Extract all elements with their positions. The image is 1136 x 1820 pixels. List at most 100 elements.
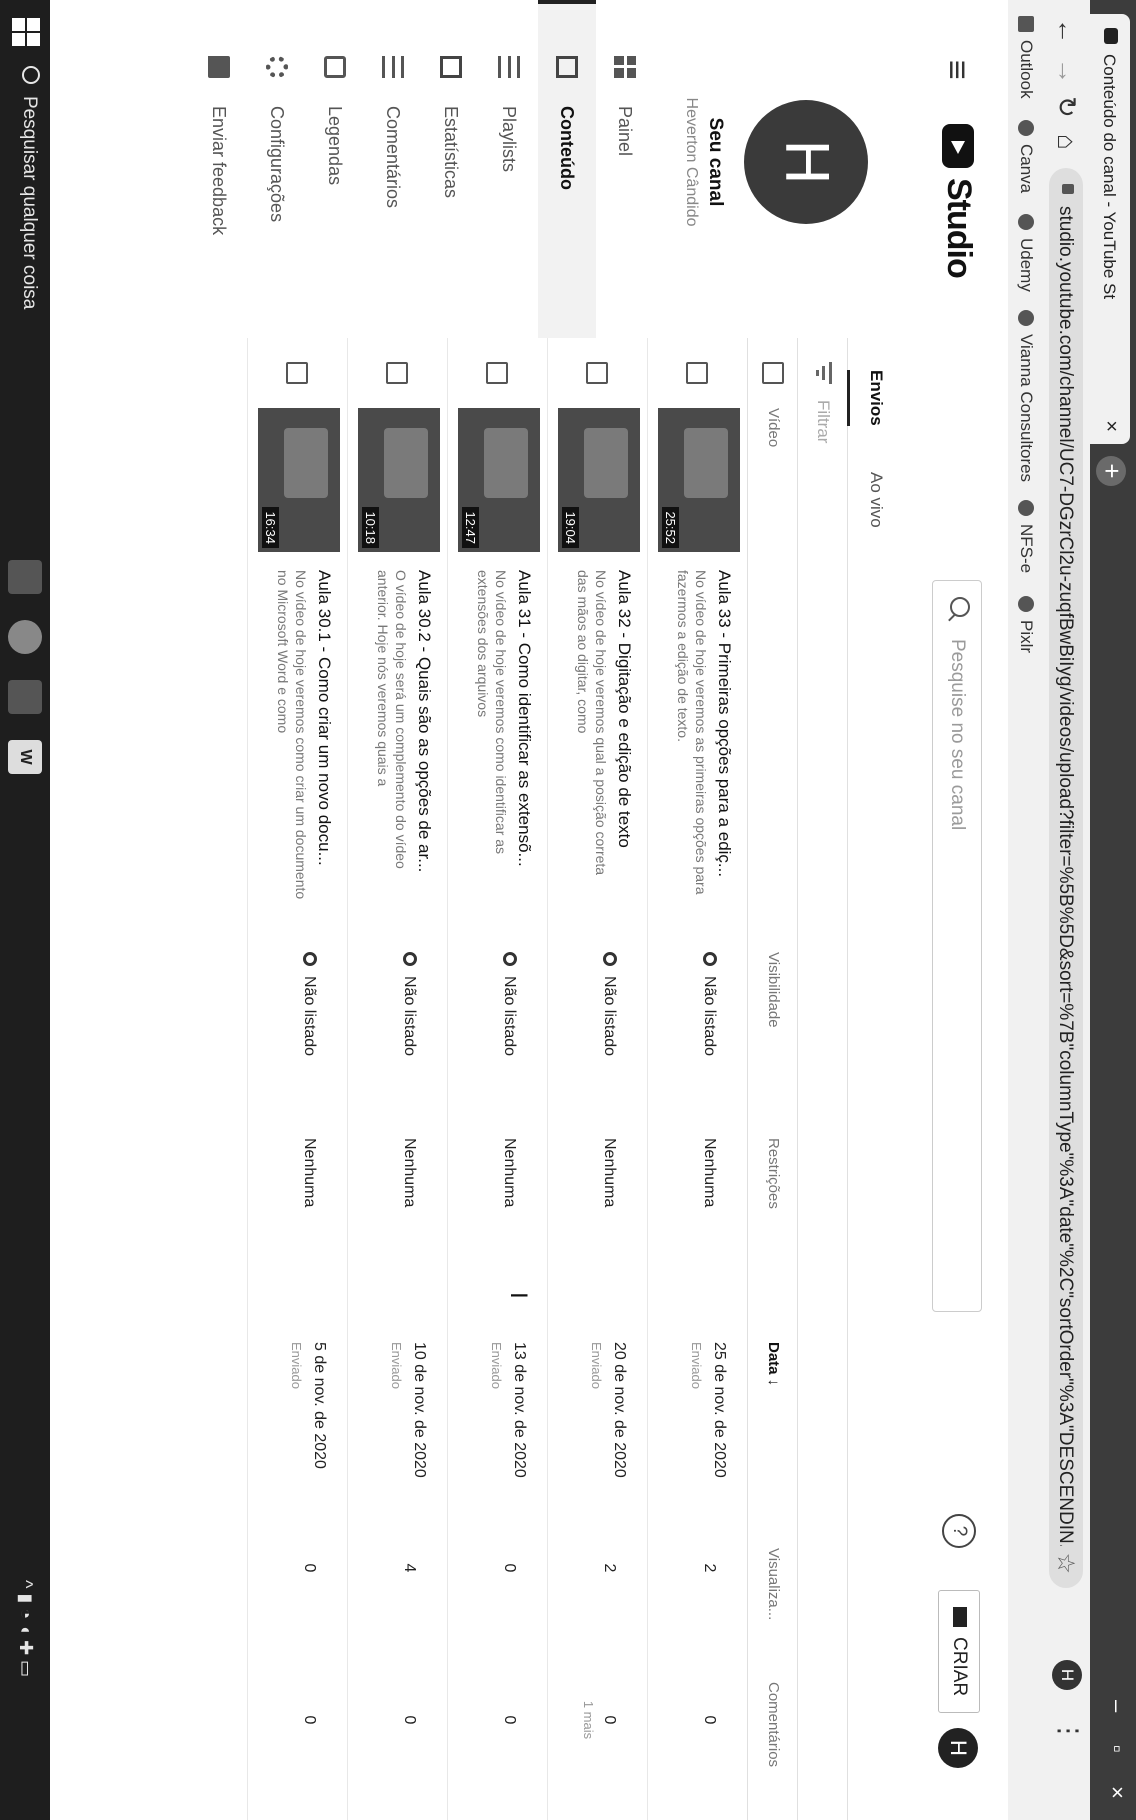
channel-avatar[interactable]: H — [744, 100, 868, 224]
bookmark-udemy[interactable]: Udemy — [1016, 214, 1036, 292]
sidebar-item-label: Estatísticas — [441, 106, 461, 199]
video-title[interactable]: Aula 33 - Primeiras opções para a ediç..… — [714, 570, 734, 900]
url-text[interactable]: studio.youtube.com/channel/UC7-DGzrCl2u-… — [1054, 206, 1076, 1546]
minimize-icon[interactable]: – — [1104, 1700, 1130, 1712]
bookmark-vianna[interactable]: Vianna Consultores — [1016, 310, 1036, 482]
back-icon[interactable]: ← — [1051, 18, 1082, 44]
sidebar-item-feedback[interactable]: Enviar feedback — [190, 0, 248, 338]
sidebar-item-label: Comentários — [383, 106, 403, 209]
tab-envios[interactable]: Envios — [866, 370, 886, 426]
visibility-cell[interactable]: Não listado — [300, 952, 318, 1056]
forward-icon[interactable]: → — [1051, 58, 1082, 84]
reload-icon[interactable]: ↻ — [1051, 96, 1082, 118]
video-title[interactable]: Aula 30.2 - Quais são as opções de ar... — [414, 570, 434, 900]
sidebar-item-painel[interactable]: Painel — [596, 0, 654, 338]
sidebar-item-comentarios[interactable]: Comentários — [364, 0, 422, 338]
help-icon[interactable]: ? — [942, 1514, 976, 1548]
sidebar-item-playlists[interactable]: Playlists — [480, 0, 538, 338]
taskbar-search[interactable]: Pesquisar qualquer coisa — [18, 66, 40, 309]
unlisted-eye-icon — [703, 952, 717, 966]
video-thumbnail[interactable]: 25:52 — [658, 408, 740, 552]
views-cell: 0 — [501, 1563, 518, 1573]
new-tab-button[interactable]: + — [1096, 456, 1127, 486]
studio-logo-text: Studio — [940, 178, 978, 278]
column-date[interactable]: Data ↓ — [765, 1342, 782, 1386]
column-restrictions[interactable]: Restrições — [765, 1138, 782, 1209]
date-status: Enviado — [289, 1342, 304, 1389]
address-bar[interactable]: studio.youtube.com/channel/UC7-DGzrCl2u-… — [1049, 168, 1083, 1588]
bookmark-star-icon[interactable]: ☆ — [1051, 1552, 1080, 1574]
restrictions-cell: Nenhuma — [501, 1138, 518, 1208]
word-taskbar-icon[interactable]: W — [8, 740, 42, 774]
comments-cell: 0 — [701, 1715, 718, 1725]
playlists-icon — [498, 56, 520, 78]
system-tray[interactable]: ^ ▮ ◔ ◖ ✚ ▭ — [15, 1580, 36, 1677]
file-explorer-taskbar-icon[interactable] — [8, 680, 42, 714]
date-cell: 13 de nov. de 2020 — [511, 1342, 528, 1478]
close-window-icon[interactable]: × — [1104, 1786, 1130, 1799]
close-tab-icon[interactable]: × — [1099, 420, 1122, 432]
bookmark-canva[interactable]: Canva — [1016, 120, 1036, 193]
row-checkbox[interactable] — [586, 362, 608, 384]
sidebar: H Seu canal Heverton Cândido Painel Cont… — [0, 0, 904, 339]
video-description: No vídeo de hoje veremos as primeiras op… — [675, 570, 709, 895]
sidebar-item-label: Configurações — [267, 106, 287, 223]
create-button[interactable]: CRIAR — [938, 1590, 980, 1714]
column-views[interactable]: Visualiza... — [765, 1548, 782, 1620]
video-thumbnail[interactable]: 10:18 — [358, 408, 440, 552]
table-row[interactable]: 16:34 Aula 30.1 - Como criar um novo doc… — [247, 338, 348, 1820]
select-all-checkbox[interactable] — [762, 362, 784, 384]
browser-menu-icon[interactable]: ⋮ — [1053, 1718, 1084, 1744]
row-checkbox[interactable] — [486, 362, 508, 384]
sidebar-item-estatisticas[interactable]: Estatísticas — [422, 0, 480, 338]
visibility-cell[interactable]: Não listado — [600, 952, 618, 1056]
analytics-icon — [440, 56, 462, 78]
row-checkbox[interactable] — [386, 362, 408, 384]
chrome-taskbar-icon[interactable] — [8, 620, 42, 654]
visibility-cell[interactable]: Não listado — [700, 952, 718, 1056]
home-icon[interactable]: ⌂ — [1051, 134, 1082, 150]
table-row[interactable]: 10:18 Aula 30.2 - Quais são as opções de… — [347, 338, 448, 1820]
row-checkbox[interactable] — [286, 362, 308, 384]
visibility-cell[interactable]: Não listado — [500, 952, 518, 1056]
video-thumbnail[interactable]: 16:34 — [258, 408, 340, 552]
tab-title: Conteúdo do canal - YouTube St — [1100, 54, 1119, 300]
channel-search[interactable] — [932, 580, 982, 1312]
video-title[interactable]: Aula 30.1 - Como criar um novo docu... — [314, 570, 334, 900]
video-title[interactable]: Aula 31 - Como identificar as extensõ... — [514, 570, 534, 900]
video-description: No vídeo de hoje veremos como identifica… — [475, 570, 509, 855]
column-comments[interactable]: Comentários — [765, 1682, 782, 1767]
filter-label: Filtrar — [814, 400, 833, 444]
table-row[interactable]: 25:52 Aula 33 - Primeiras opções para a … — [647, 338, 748, 1820]
date-status: Enviado — [589, 1342, 604, 1389]
bookmark-nfse[interactable]: NFS-e — [1016, 500, 1036, 573]
sidebar-item-legendas[interactable]: Legendas — [306, 0, 364, 338]
sidebar-item-conteudo[interactable]: Conteúdo — [538, 0, 596, 338]
video-thumbnail[interactable]: 12:47 — [458, 408, 540, 552]
video-thumbnail[interactable]: 19:04 — [558, 408, 640, 552]
browser-tab[interactable]: Conteúdo do canal - YouTube St × — [1090, 14, 1130, 444]
table-row[interactable]: 19:04 Aula 32 - Digitação e edição de te… — [547, 338, 648, 1820]
restore-icon[interactable]: ▫ — [1104, 1745, 1130, 1753]
table-row[interactable]: 12:47 Aula 31 - Como identificar as exte… — [447, 338, 548, 1820]
youtube-favicon-icon — [1104, 28, 1118, 44]
browser-profile-avatar[interactable]: H — [1052, 1660, 1082, 1690]
browser-tab-strip: Conteúdo do canal - YouTube St × + – ▫ × — [1090, 0, 1136, 1820]
account-avatar[interactable]: H — [938, 1728, 978, 1768]
menu-icon[interactable]: ≡ — [937, 60, 976, 80]
visibility-cell[interactable]: Não listado — [400, 952, 418, 1056]
views-cell: 4 — [401, 1563, 418, 1573]
search-input[interactable] — [945, 637, 969, 1281]
bookmark-outlook[interactable]: Outlook — [1016, 16, 1036, 99]
bookmark-pixlr[interactable]: Pixlr — [1016, 596, 1036, 653]
column-visibility[interactable]: Visibilidade — [765, 952, 782, 1028]
subtitles-icon — [324, 56, 346, 78]
tab-ao-vivo[interactable]: Ao vivo — [866, 472, 886, 528]
video-title[interactable]: Aula 32 - Digitação e edição de texto — [614, 570, 634, 900]
task-view-icon[interactable] — [8, 560, 42, 594]
windows-start-icon[interactable] — [12, 18, 40, 46]
filter-bar[interactable]: Filtrar — [797, 338, 848, 1820]
sidebar-item-configuracoes[interactable]: Configurações — [248, 0, 306, 338]
row-checkbox[interactable] — [686, 362, 708, 384]
create-button-label: CRIAR — [949, 1637, 970, 1697]
